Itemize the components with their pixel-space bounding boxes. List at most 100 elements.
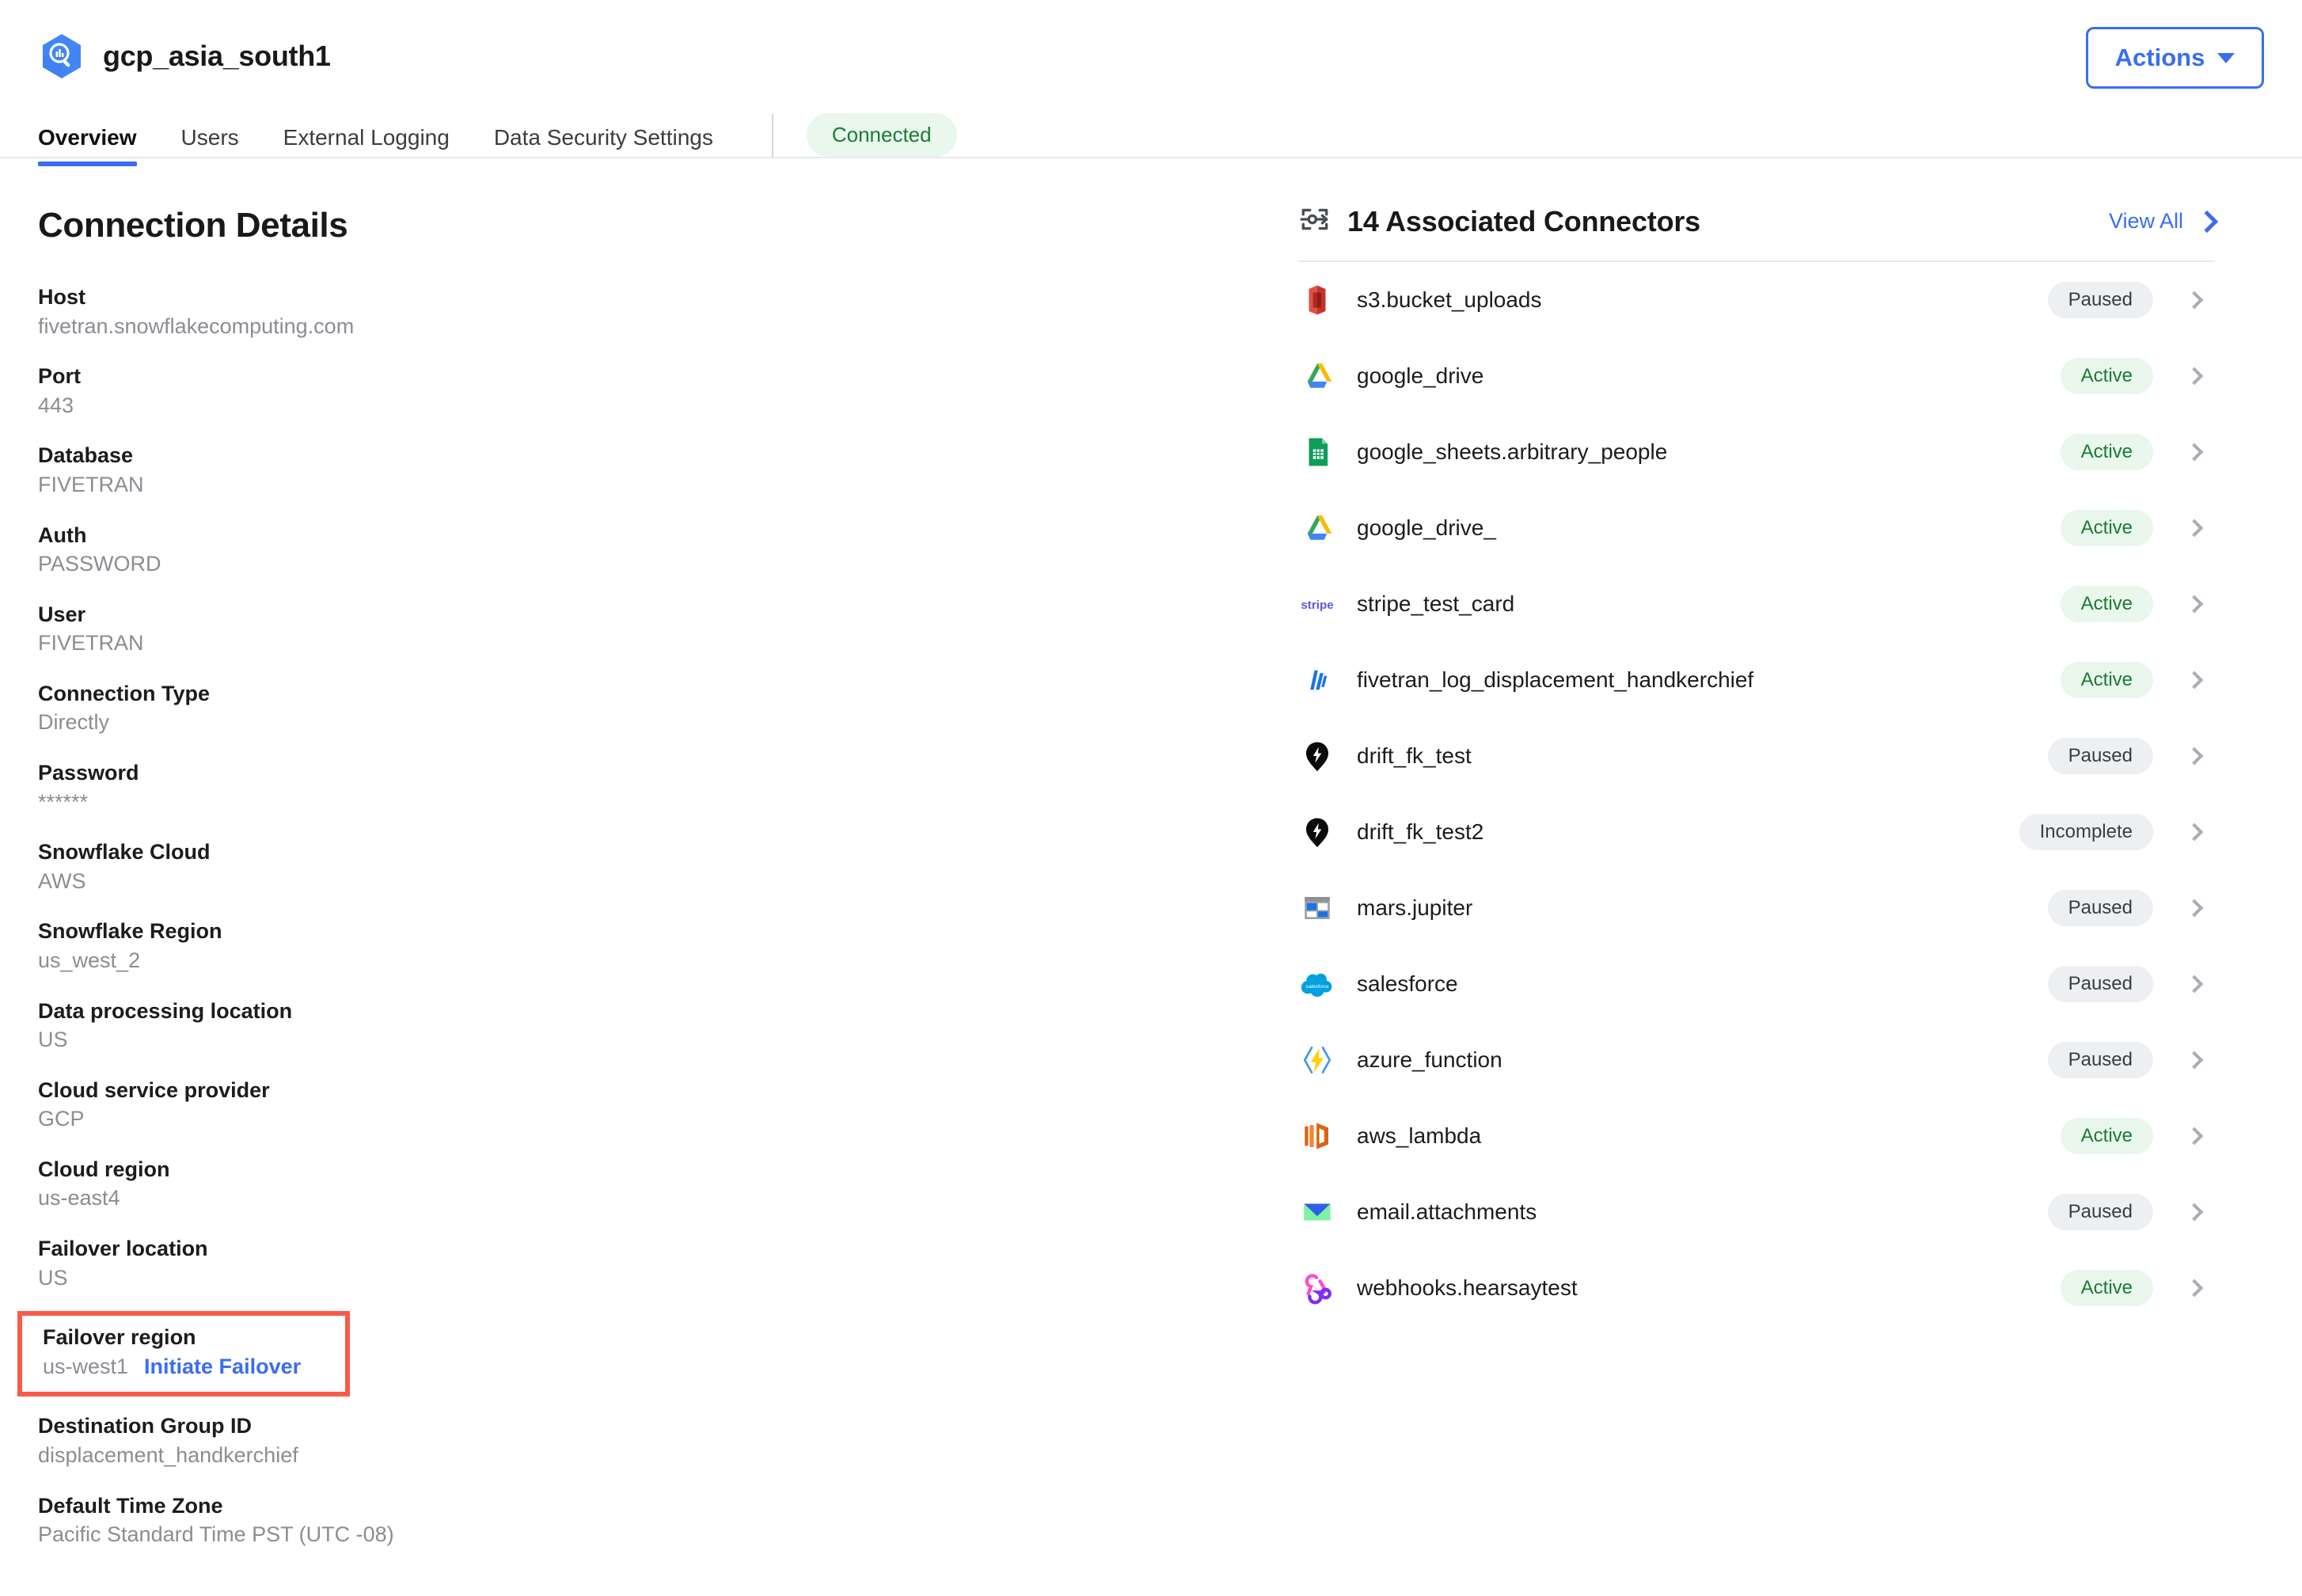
connector-row[interactable]: stripe stripe_test_card Active: [1298, 566, 2215, 642]
detail-cloud-service-provider: Cloud service provider GCP: [38, 1077, 1260, 1134]
row-chevron-icon[interactable]: [2174, 519, 2215, 538]
row-chevron-icon[interactable]: [2174, 1051, 2215, 1070]
detail-label: Port: [38, 364, 81, 389]
detail-value: 443: [38, 393, 74, 417]
connector-name: google_sheets.arbitrary_people: [1357, 439, 1668, 464]
detail-failover-region: Failover region us-west1 Initiate Failov…: [17, 1311, 350, 1397]
detail-port: Port 443: [38, 363, 1260, 420]
failover-region-value-row: us-west1 Initiate Failover: [43, 1351, 326, 1381]
tab-data-security-settings-label: Data Security Settings: [493, 125, 713, 150]
detail-label: Snowflake Cloud: [38, 840, 211, 864]
connector-row[interactable]: drift_fk_test Paused: [1298, 718, 2215, 794]
azure-function-icon: [1298, 1041, 1336, 1079]
connector-row[interactable]: azure_function Paused: [1298, 1022, 2215, 1098]
connector-row[interactable]: drift_fk_test2 Incomplete: [1298, 794, 2215, 870]
connector-name: webhooks.hearsaytest: [1357, 1275, 1578, 1300]
google-drive-icon: [1298, 357, 1336, 395]
row-chevron-icon[interactable]: [2174, 1203, 2215, 1222]
detail-value: Directly: [38, 710, 110, 735]
detail-value: us_west_2: [38, 948, 141, 972]
connectors-list: s3.bucket_uploads Paused google_drive Ac…: [1298, 262, 2215, 1326]
detail-snowflake-cloud: Snowflake Cloud AWS: [38, 838, 1260, 895]
connection-details-title: Connection Details: [38, 206, 348, 245]
connector-row[interactable]: fivetran_log_displacement_handkerchief A…: [1298, 642, 2215, 718]
detail-value: FIVETRAN: [38, 472, 144, 496]
drift-icon: [1298, 813, 1336, 851]
row-chevron-icon[interactable]: [2174, 975, 2215, 994]
detail-label: Data processing location: [38, 998, 293, 1023]
detail-label: Cloud service provider: [38, 1077, 270, 1102]
detail-database: Database FIVETRAN: [38, 442, 1260, 499]
detail-data-processing-location: Data processing location US: [38, 998, 1260, 1054]
connector-row[interactable]: s3.bucket_uploads Paused: [1298, 262, 2215, 338]
connectors-title: 14 Associated Connectors: [1347, 204, 1701, 238]
connector-name: s3.bucket_uploads: [1357, 287, 1542, 312]
status-badge: Active: [2060, 358, 2153, 394]
detail-value: PASSWORD: [38, 552, 161, 576]
row-chevron-icon[interactable]: [2174, 747, 2215, 766]
detail-user: User FIVETRAN: [38, 601, 1260, 658]
actions-button[interactable]: Actions: [2086, 27, 2264, 89]
aws-lambda-icon: [1298, 1117, 1336, 1155]
tabs-row: Overview Users External Logging Data Sec…: [38, 113, 2264, 166]
status-badge: Active: [2060, 662, 2153, 698]
drift-icon: [1298, 737, 1336, 775]
row-chevron-icon[interactable]: [2174, 443, 2215, 462]
row-chevron-icon[interactable]: [2174, 671, 2215, 690]
row-chevron-icon[interactable]: [2174, 823, 2215, 842]
connector-name: stripe_test_card: [1357, 591, 1515, 616]
status-badge: Incomplete: [2019, 814, 2153, 850]
connector-row[interactable]: google_drive Active: [1298, 338, 2215, 414]
row-chevron-icon[interactable]: [2174, 1127, 2215, 1146]
connector-row[interactable]: salesforce salesforce Paused: [1298, 946, 2215, 1022]
detail-label: Destination Group ID: [38, 1414, 252, 1438]
detail-value: US: [38, 1028, 68, 1052]
detail-label: Failover region: [43, 1325, 196, 1350]
row-chevron-icon[interactable]: [2174, 291, 2215, 310]
status-badge: Paused: [2047, 1194, 2153, 1230]
view-all-connectors-link[interactable]: View All: [2108, 209, 2219, 234]
stripe-icon: stripe: [1298, 585, 1336, 623]
row-chevron-icon[interactable]: [2174, 595, 2215, 614]
detail-label: User: [38, 602, 86, 626]
connector-name: drift_fk_test: [1357, 743, 1472, 768]
detail-value: us-west1: [43, 1354, 129, 1378]
actions-button-label: Actions: [2114, 44, 2205, 71]
detail-destination-group-id: Destination Group ID displacement_handke…: [38, 1412, 1260, 1469]
row-chevron-icon[interactable]: [2174, 899, 2215, 918]
associated-connectors-panel: 14 Associated Connectors View All s3.buc…: [1298, 158, 2302, 1596]
connector-name: salesforce: [1357, 971, 1458, 996]
connector-row[interactable]: google_drive_ Active: [1298, 490, 2215, 566]
detail-label: Connection Type: [38, 681, 211, 705]
detail-label: Cloud region: [38, 1157, 170, 1181]
detail-value: FIVETRAN: [38, 631, 144, 656]
connector-row[interactable]: email.attachments Paused: [1298, 1174, 2215, 1250]
detail-label: Password: [38, 761, 139, 785]
aws-s3-icon: [1298, 281, 1336, 319]
bigquery-icon: [38, 32, 85, 80]
status-badge: Active: [2060, 1270, 2153, 1306]
detail-value: Pacific Standard Time PST (UTC -08): [38, 1522, 394, 1547]
row-chevron-icon[interactable]: [2174, 367, 2215, 386]
connector-name: drift_fk_test2: [1357, 819, 1484, 844]
detail-cloud-region: Cloud region us-east4: [38, 1156, 1260, 1213]
connector-row[interactable]: google_sheets.arbitrary_people Active: [1298, 414, 2215, 490]
detail-failover-location: Failover location US: [38, 1235, 1260, 1292]
row-chevron-icon[interactable]: [2174, 1279, 2215, 1298]
webhooks-icon: [1298, 1269, 1336, 1307]
connector-name: aws_lambda: [1357, 1123, 1482, 1148]
status-badge: Paused: [2047, 966, 2153, 1002]
detail-value: ******: [38, 789, 89, 814]
tabs-divider: [771, 114, 773, 157]
connector-row[interactable]: mars.jupiter Paused: [1298, 870, 2215, 946]
detail-label: Snowflake Region: [38, 919, 222, 944]
connector-row[interactable]: aws_lambda Active: [1298, 1098, 2215, 1174]
detail-default-time-zone: Default Time Zone Pacific Standard Time …: [38, 1492, 1260, 1549]
google-sheets-icon: [1298, 433, 1336, 471]
detail-label: Host: [38, 285, 85, 309]
connector-row[interactable]: webhooks.hearsaytest Active: [1298, 1250, 2215, 1326]
detail-value: displacement_handkerchief: [38, 1442, 298, 1467]
initiate-failover-link[interactable]: Initiate Failover: [144, 1355, 301, 1379]
view-all-label: View All: [2108, 209, 2183, 233]
svg-text:salesforce: salesforce: [1305, 984, 1329, 990]
